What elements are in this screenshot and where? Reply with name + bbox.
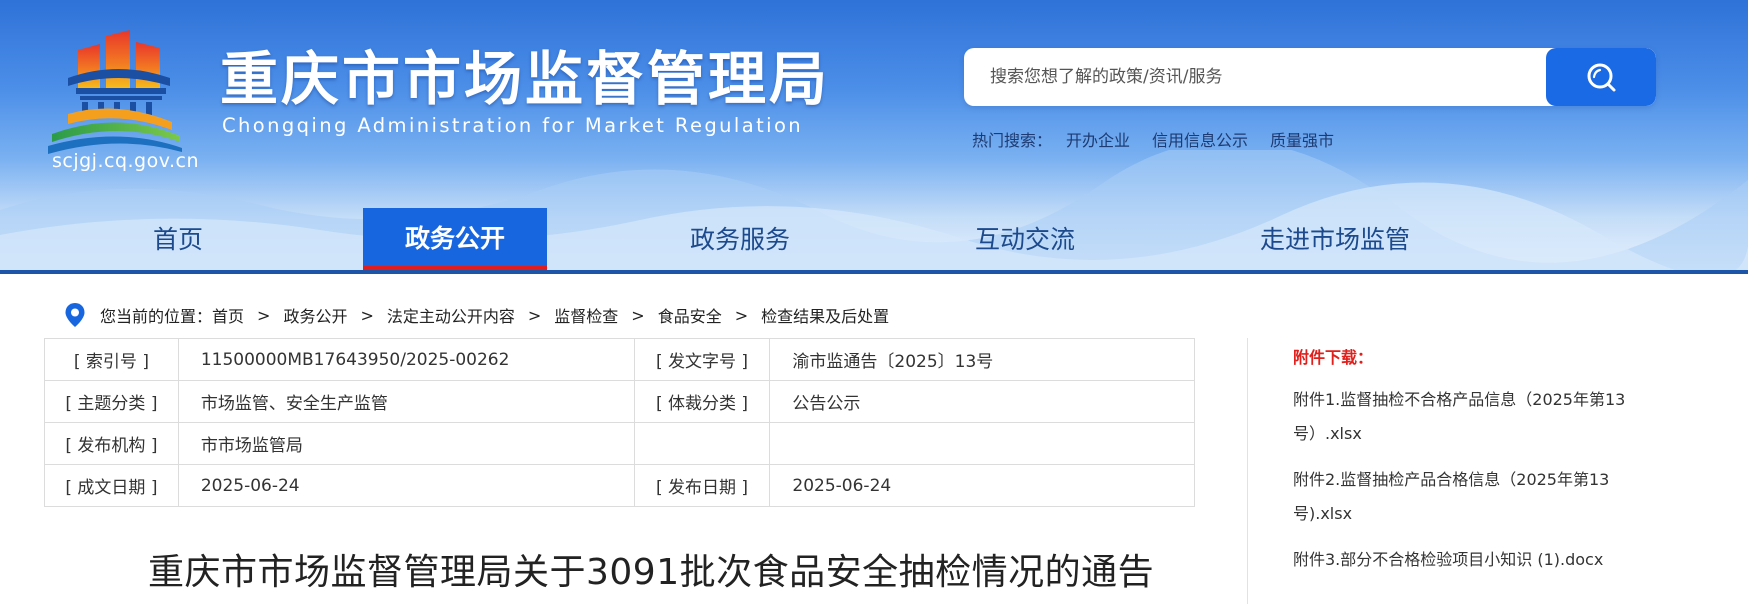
nav-home[interactable]: 首页 xyxy=(118,208,238,272)
doc-meta-table: [ 索引号 ] 11500000MB17643950/2025-00262 [ … xyxy=(44,338,1195,507)
breadcrumb-gov-open[interactable]: 政务公开 xyxy=(283,303,347,327)
logo-emblem xyxy=(48,30,182,154)
header-banner: scjgj.cq.gov.cn 重庆市市场监督管理局 Chongqing Adm… xyxy=(0,0,1748,272)
sidebar-divider xyxy=(1247,338,1248,604)
hot-link-credit-info[interactable]: 信用信息公示 xyxy=(1152,127,1248,151)
site-subtitle-en: Chongqing Administration for Market Regu… xyxy=(222,114,804,137)
hot-search: 热门搜索： 开办企业 信用信息公示 质量强市 xyxy=(972,127,1334,151)
breadcrumb-separator: > xyxy=(734,305,749,325)
document-title: 重庆市市场监督管理局关于3091批次食品安全抽检情况的通告 xyxy=(148,552,1155,593)
breadcrumb-separator: > xyxy=(631,305,645,325)
breadcrumb-home[interactable]: 首页 xyxy=(212,303,244,327)
nav-gov-affairs-open[interactable]: 政务公开 xyxy=(363,208,547,272)
attachment-link[interactable]: 附件2.监督抽检产品合格信息（2025年第13号).xlsx xyxy=(1293,463,1633,531)
written-date-value: 2025-06-24 xyxy=(177,464,635,507)
genre-label: [ 体裁分类 ] xyxy=(633,380,771,423)
nav-divider xyxy=(0,270,1748,274)
topic-value: 市场监管、安全生产监管 xyxy=(177,380,635,423)
breadcrumb-separator: > xyxy=(360,305,374,325)
table-row: [ 主题分类 ] 市场监管、安全生产监管 [ 体裁分类 ] 公告公示 xyxy=(44,380,1195,423)
attachment-link[interactable]: 附件3.部分不合格检验项目小知识 (1).docx xyxy=(1293,543,1633,577)
breadcrumb-inspection[interactable]: 监督检查 xyxy=(554,303,618,327)
breadcrumb-statutory[interactable]: 法定主动公开内容 xyxy=(387,303,515,327)
search-icon xyxy=(1587,63,1616,92)
table-row: [ 成文日期 ] 2025-06-24 [ 发布日期 ] 2025-06-24 xyxy=(44,464,1195,507)
breadcrumb-separator: > xyxy=(527,305,542,325)
hot-search-label: 热门搜索： xyxy=(972,131,1053,150)
index-label: [ 索引号 ] xyxy=(44,338,179,381)
attachment-link[interactable]: 附件1.监督抽检不合格产品信息（2025年第13号）.xlsx xyxy=(1293,383,1633,451)
doc-no-label: [ 发文字号 ] xyxy=(633,338,771,381)
publisher-value: 市市场监管局 xyxy=(177,422,635,465)
index-value: 11500000MB17643950/2025-00262 xyxy=(177,338,635,381)
hot-link-start-business[interactable]: 开办企业 xyxy=(1066,127,1130,151)
breadcrumb-food-safety[interactable]: 食品安全 xyxy=(658,303,722,327)
nav-interaction[interactable]: 互动交流 xyxy=(945,208,1105,272)
search-button[interactable] xyxy=(1546,48,1656,106)
site-url: scjgj.cq.gov.cn xyxy=(52,150,200,172)
nav-gov-services[interactable]: 政务服务 xyxy=(660,208,820,272)
table-row: [ 发布机构 ] 市市场监管局 xyxy=(44,422,1195,465)
search-box xyxy=(964,48,1656,106)
breadcrumb: 您当前的位置： 首页 > 政务公开 > 法定主动公开内容 > 监督检查 > 食品… xyxy=(64,302,889,328)
breadcrumb-separator: > xyxy=(257,305,271,325)
empty-cell xyxy=(769,422,1195,465)
doc-no-value: 渝市监通告〔2025〕13号 xyxy=(769,338,1195,381)
genre-value: 公告公示 xyxy=(769,380,1195,423)
location-pin-icon xyxy=(65,303,85,327)
empty-cell xyxy=(633,422,771,465)
breadcrumb-label: 您当前的位置： xyxy=(100,307,213,326)
attachments-title: 附件下载： xyxy=(1293,348,1374,367)
site-title: 重庆市市场监督管理局 xyxy=(220,45,831,113)
nav-about-regulation[interactable]: 走进市场监管 xyxy=(1235,208,1435,272)
search-input[interactable] xyxy=(964,48,1544,106)
breadcrumb-results[interactable]: 检查结果及后处置 xyxy=(761,303,889,327)
main-nav: 首页 政务公开 政务服务 互动交流 走进市场监管 xyxy=(0,208,1748,272)
topic-label: [ 主题分类 ] xyxy=(44,380,179,423)
attachments-list: 附件1.监督抽检不合格产品信息（2025年第13号）.xlsx 附件2.监督抽检… xyxy=(1293,383,1633,589)
published-date-value: 2025-06-24 xyxy=(769,464,1195,507)
published-date-label: [ 发布日期 ] xyxy=(633,464,771,507)
hot-link-quality[interactable]: 质量强市 xyxy=(1270,127,1334,151)
table-row: [ 索引号 ] 11500000MB17643950/2025-00262 [ … xyxy=(44,338,1195,381)
publisher-label: [ 发布机构 ] xyxy=(44,422,179,465)
written-date-label: [ 成文日期 ] xyxy=(44,464,179,507)
